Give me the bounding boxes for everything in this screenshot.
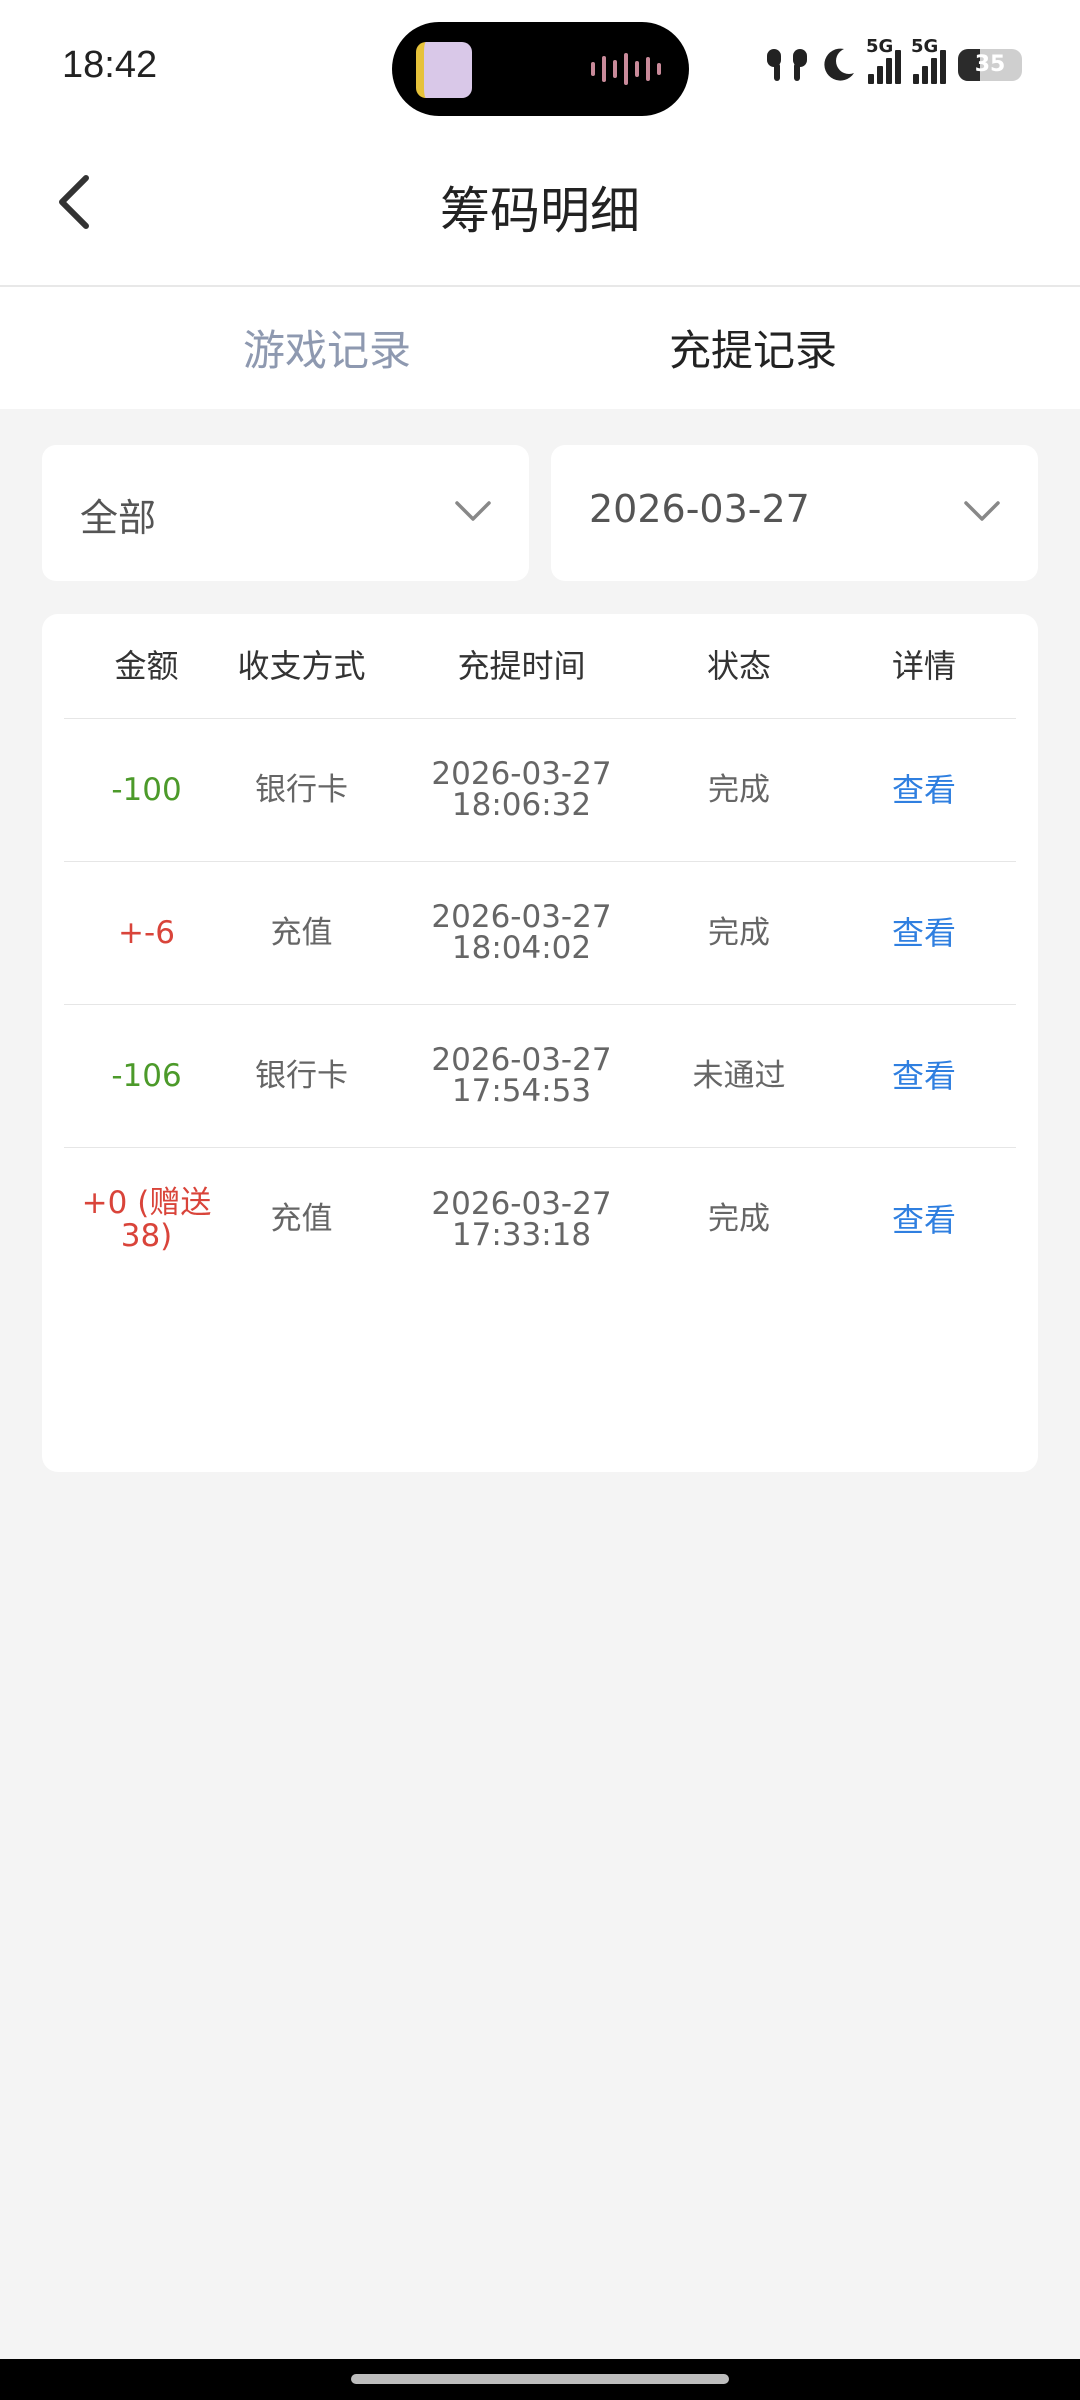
tab-game-records[interactable]: 游戏记录 bbox=[243, 317, 411, 378]
table-row: -100 银行卡 2026-03-27 18:06:32 完成 查看 bbox=[64, 719, 1016, 862]
dynamic-island[interactable] bbox=[392, 22, 689, 116]
home-indicator[interactable] bbox=[351, 2374, 729, 2384]
nav-bar: 筹码明细 bbox=[0, 135, 1080, 287]
view-detail-link[interactable]: 查看 bbox=[844, 862, 1004, 1004]
navigation-bar bbox=[0, 2359, 1080, 2400]
row-clock: 17:33:18 bbox=[451, 1216, 592, 1253]
row-date: 2026-03-27 bbox=[431, 756, 612, 792]
row-time: 2026-03-27 18:06:32 bbox=[394, 719, 649, 861]
table-header: 金额 收支方式 充提时间 状态 详情 bbox=[64, 614, 1016, 719]
audio-wave-icon bbox=[591, 52, 661, 86]
table-row: +0 (赠送38) 充值 2026-03-27 17:33:18 完成 查看 bbox=[64, 1148, 1016, 1291]
header-status: 状态 bbox=[706, 647, 771, 685]
row-status: 完成 bbox=[708, 914, 770, 951]
status-time: 18:42 bbox=[62, 44, 158, 86]
view-detail-link[interactable]: 查看 bbox=[844, 1148, 1004, 1291]
row-amount: +0 (赠送38) bbox=[64, 1148, 229, 1291]
earbuds-icon bbox=[767, 49, 807, 81]
row-status: 未通过 bbox=[692, 1057, 786, 1094]
view-detail-link[interactable]: 查看 bbox=[844, 719, 1004, 861]
row-amount: -100 bbox=[111, 771, 182, 808]
header-time: 充提时间 bbox=[457, 647, 586, 685]
row-amount-text: +0 (赠送38) bbox=[81, 1184, 212, 1254]
row-time: 2026-03-27 18:04:02 bbox=[394, 862, 649, 1004]
row-time: 2026-03-27 17:33:18 bbox=[394, 1148, 649, 1291]
row-date: 2026-03-27 bbox=[431, 1185, 612, 1222]
row-status: 完成 bbox=[708, 1201, 770, 1237]
header-detail: 详情 bbox=[891, 647, 956, 685]
row-date: 2026-03-27 bbox=[431, 899, 612, 935]
now-playing-thumbnail bbox=[416, 42, 472, 98]
table-row: -106 银行卡 2026-03-27 17:54:53 未通过 查看 bbox=[64, 1005, 1016, 1148]
row-clock: 18:04:02 bbox=[451, 930, 592, 966]
type-filter-value: 全部 bbox=[80, 496, 157, 540]
records-table: 金额 收支方式 充提时间 状态 详情 -100 银行卡 2026-03-27 18… bbox=[42, 614, 1038, 1472]
row-date: 2026-03-27 bbox=[431, 1042, 612, 1078]
row-clock: 18:06:32 bbox=[451, 787, 592, 823]
status-icons: 5G 5G 35 bbox=[764, 36, 1022, 84]
chevron-down-icon bbox=[455, 501, 491, 521]
date-filter-dropdown[interactable]: 2026-03-27 bbox=[551, 445, 1038, 581]
status-bar: 18:42 5G 5G 35 bbox=[0, 0, 1080, 135]
chevron-down-icon bbox=[964, 501, 1000, 521]
header-method: 收支方式 bbox=[237, 647, 366, 685]
page-title: 筹码明细 bbox=[440, 182, 640, 240]
tab-bar: 游戏记录 充提记录 bbox=[0, 287, 1080, 409]
header-amount: 金额 bbox=[114, 647, 179, 685]
signal-icon: 5G bbox=[866, 36, 901, 84]
view-detail-link[interactable]: 查看 bbox=[844, 1005, 1004, 1147]
signal-icon: 5G bbox=[911, 36, 946, 84]
moon-icon bbox=[824, 48, 854, 81]
row-method: 银行卡 bbox=[255, 771, 348, 808]
row-amount: +-6 bbox=[118, 914, 175, 951]
battery-icon: 35 bbox=[958, 49, 1022, 81]
network-label: 5G bbox=[866, 36, 894, 57]
row-method: 充值 bbox=[270, 1201, 333, 1237]
table-row: +-6 充值 2026-03-27 18:04:02 完成 查看 bbox=[64, 862, 1016, 1005]
row-method: 银行卡 bbox=[255, 1057, 348, 1094]
row-amount: -106 bbox=[111, 1057, 182, 1094]
date-filter-value: 2026-03-27 bbox=[589, 487, 810, 531]
tab-deposit-withdraw-records[interactable]: 充提记录 bbox=[669, 317, 837, 378]
row-clock: 17:54:53 bbox=[451, 1073, 592, 1109]
battery-level: 35 bbox=[974, 52, 1006, 77]
row-method: 充值 bbox=[270, 914, 333, 951]
row-time: 2026-03-27 17:54:53 bbox=[394, 1005, 649, 1147]
row-status: 完成 bbox=[708, 771, 770, 808]
type-filter-dropdown[interactable]: 全部 bbox=[42, 445, 529, 581]
network-label: 5G bbox=[911, 36, 939, 57]
